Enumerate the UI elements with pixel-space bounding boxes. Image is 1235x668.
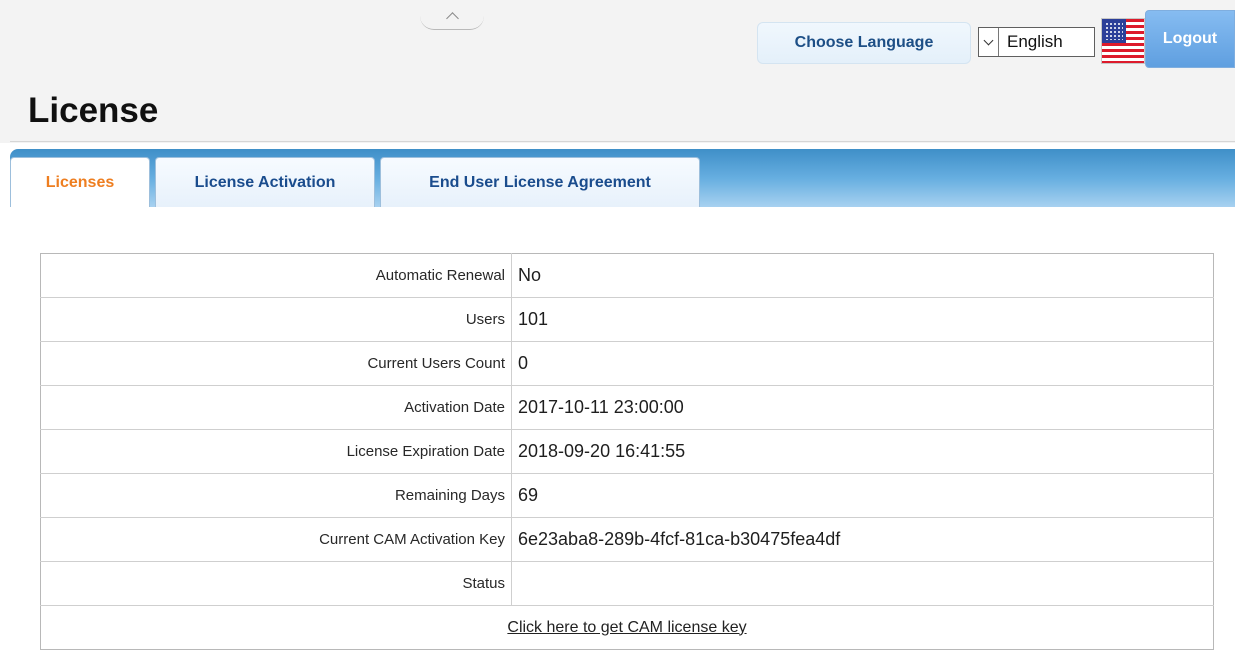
title-divider <box>10 141 1235 142</box>
row-label: Status <box>40 561 512 606</box>
row-label: Automatic Renewal <box>40 253 512 298</box>
row-label: Current CAM Activation Key <box>40 517 512 562</box>
row-value: 101 <box>511 297 1214 342</box>
row-value: 6e23aba8-289b-4fcf-81ca-b30475fea4df <box>511 517 1214 562</box>
language-select-value: English <box>1007 32 1063 51</box>
row-value: 69 <box>511 473 1214 518</box>
table-row: Current Users Count 0 <box>40 341 1214 386</box>
table-row: Click here to get CAM license key <box>41 606 1214 650</box>
table-row: Automatic Renewal No <box>40 253 1214 298</box>
table-row: Status <box>40 561 1214 606</box>
chevron-down-icon <box>979 28 999 56</box>
row-value: 0 <box>511 341 1214 386</box>
logout-button[interactable]: Logout <box>1145 10 1235 68</box>
table-row: Activation Date 2017-10-11 23:00:00 <box>40 385 1214 430</box>
row-label: Users <box>40 297 512 342</box>
get-cam-license-key-link[interactable]: Click here to get CAM license key <box>507 619 746 636</box>
header: Choose Language English Logout License <box>0 0 1235 143</box>
tab-licenses[interactable]: Licenses <box>10 157 150 207</box>
license-details-table: Automatic Renewal No Users 101 Current U… <box>40 253 1214 650</box>
table-row: Remaining Days 69 <box>40 473 1214 518</box>
license-key-link-cell: Click here to get CAM license key <box>41 606 1214 650</box>
page-title: License <box>28 91 159 130</box>
tab-license-activation[interactable]: License Activation <box>155 157 375 207</box>
table-row: Users 101 <box>40 297 1214 342</box>
row-value: 2018-09-20 16:41:55 <box>511 429 1214 474</box>
row-label: Remaining Days <box>40 473 512 518</box>
license-page: Choose Language English Logout License L… <box>0 0 1235 668</box>
table-row: License Expiration Date 2018-09-20 16:41… <box>40 429 1214 474</box>
language-select[interactable]: English <box>978 27 1095 57</box>
row-value: No <box>511 253 1214 298</box>
collapse-header-handle[interactable] <box>420 8 484 30</box>
tab-end-user-license-agreement[interactable]: End User License Agreement <box>380 157 700 207</box>
us-flag-icon[interactable] <box>1101 18 1145 64</box>
row-label: Activation Date <box>40 385 512 430</box>
choose-language-button[interactable]: Choose Language <box>757 22 971 64</box>
chevron-up-icon <box>445 12 459 25</box>
tab-bar: Licenses License Activation End User Lic… <box>10 149 1235 207</box>
table-row: Current CAM Activation Key 6e23aba8-289b… <box>40 517 1214 562</box>
row-value: 2017-10-11 23:00:00 <box>511 385 1214 430</box>
row-label: License Expiration Date <box>40 429 512 474</box>
row-value <box>511 561 1214 606</box>
row-label: Current Users Count <box>40 341 512 386</box>
